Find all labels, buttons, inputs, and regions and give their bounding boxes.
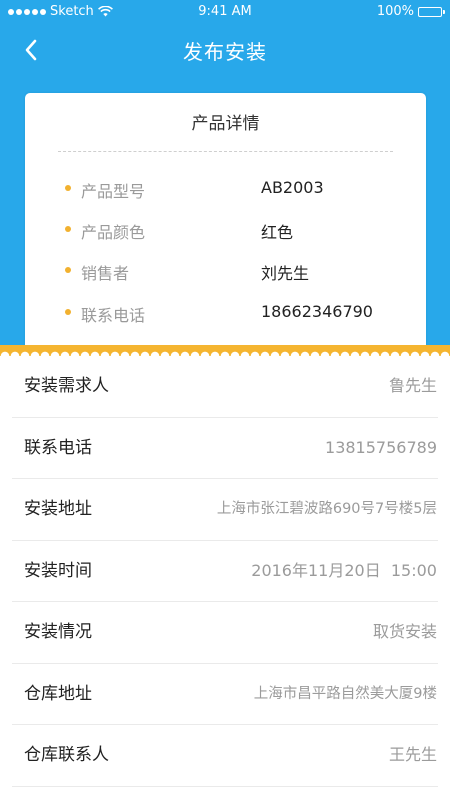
ticket-edge-divider — [0, 345, 450, 356]
form-row-address[interactable]: 安装地址 上海市张江碧波路690号7号楼5层 — [12, 479, 438, 541]
bullet-icon — [65, 267, 71, 273]
form-row-label: 安装地址 — [24, 499, 92, 519]
form-row-phone[interactable]: 联系电话 13815756789 — [12, 418, 438, 479]
form-row-warehouse-address[interactable]: 仓库地址 上海市昌平路自然美大厦9楼 — [12, 664, 438, 725]
battery-icon — [418, 6, 445, 17]
navigation-bar: 发布安装 — [0, 24, 450, 76]
battery-percent: 100% — [376, 4, 414, 19]
form-row-label: 安装需求人 — [24, 376, 109, 396]
card-row-value: 刘先生 — [261, 264, 310, 283]
form-row-label: 仓库地址 — [24, 683, 92, 704]
install-form-list: 安装需求人 鲁先生 联系电话 13815756789 安装地址 上海市张江碧波路… — [0, 356, 450, 787]
form-row-warehouse-contact[interactable]: 仓库联系人 王先生 — [12, 725, 438, 787]
card-row-model: 产品型号 AB2003 — [65, 176, 406, 201]
bullet-icon — [65, 309, 71, 315]
form-row-value: 13815756789 — [325, 437, 437, 457]
card-divider — [58, 151, 393, 152]
card-row-value: 18662346790 — [261, 302, 373, 321]
bullet-icon — [65, 226, 71, 232]
page-title: 发布安装 — [183, 40, 267, 64]
form-row-label: 仓库联系人 — [24, 745, 109, 765]
form-row-requester[interactable]: 安装需求人 鲁先生 — [12, 356, 438, 418]
form-row-value: 取货安装 — [372, 622, 437, 641]
card-row-color: 产品颜色 红色 — [65, 217, 406, 242]
product-detail-card: 产品详情 产品型号 AB2003 产品颜色 红色 销售者 刘先生 联系电话 18… — [25, 93, 426, 351]
form-row-value: 上海市昌平路自然美大厦9楼 — [253, 685, 437, 702]
form-row-value: 上海市张江碧波路690号7号楼5层 — [216, 501, 437, 517]
card-row-phone: 联系电话 18662346790 — [65, 300, 406, 325]
card-row-label: 销售者 — [81, 264, 130, 283]
status-bar: Sketch 9:41 AM 100% — [0, 0, 450, 24]
card-row-value: AB2003 — [261, 178, 324, 197]
form-row-time[interactable]: 安装时间 2016年11月20日 15:00 — [12, 541, 438, 602]
card-row-label: 产品颜色 — [81, 223, 146, 242]
card-row-value: 红色 — [261, 223, 294, 242]
card-row-seller: 销售者 刘先生 — [65, 258, 406, 283]
form-row-install-type[interactable]: 安装情况 取货安装 — [12, 602, 438, 664]
card-title: 产品详情 — [191, 114, 260, 134]
status-right: 100% — [376, 4, 445, 19]
card-row-label: 联系电话 — [81, 306, 146, 325]
form-row-value: 王先生 — [388, 745, 437, 764]
form-row-label: 联系电话 — [24, 437, 92, 458]
form-row-value: 鲁先生 — [388, 376, 437, 395]
form-row-label: 安装情况 — [24, 622, 92, 642]
form-row-label: 安装时间 — [24, 560, 92, 581]
bullet-icon — [65, 185, 71, 191]
form-row-value: 2016年11月20日 15:00 — [251, 560, 437, 580]
card-row-label: 产品型号 — [81, 182, 146, 201]
